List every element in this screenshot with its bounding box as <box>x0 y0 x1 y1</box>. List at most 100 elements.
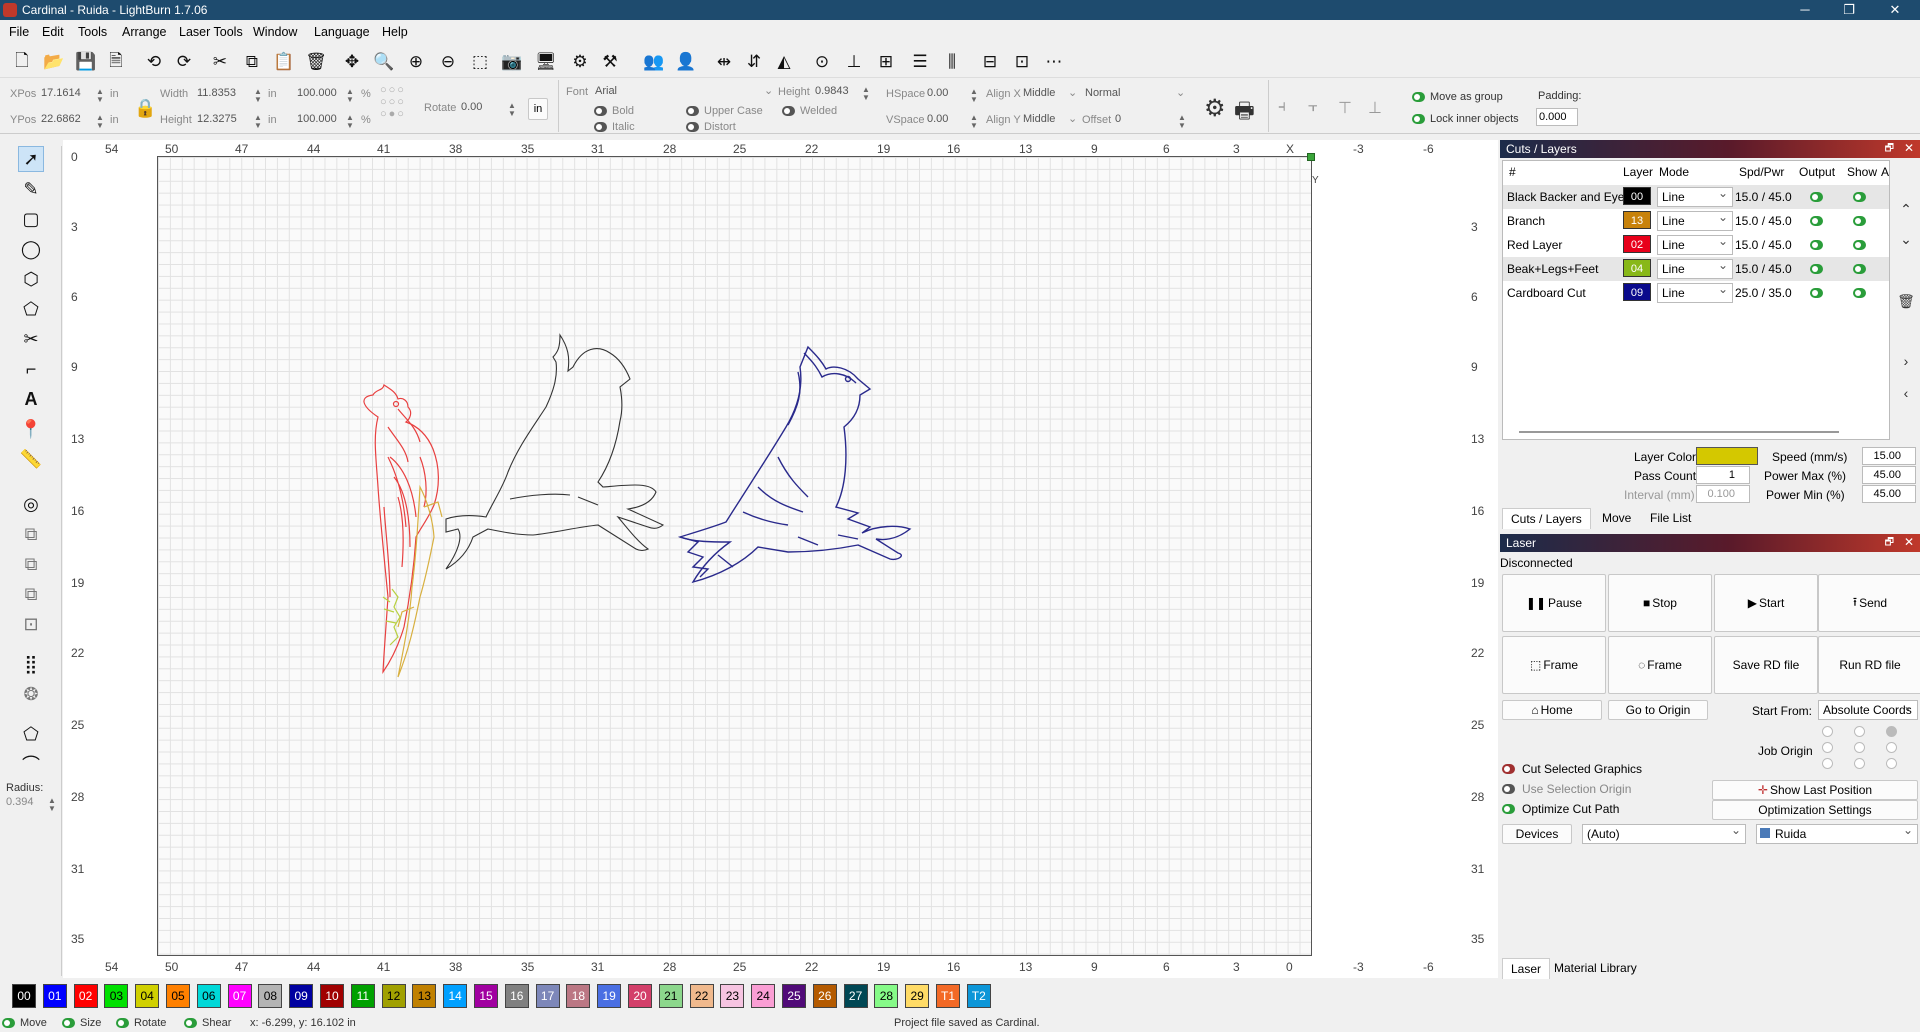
lock-ratio-icon[interactable]: 🔒 <box>134 98 156 119</box>
polygon-tool-icon[interactable]: ⬡ <box>18 266 44 292</box>
palette-swatch[interactable]: 28 <box>874 984 899 1008</box>
text-tool-icon[interactable]: A <box>18 386 44 412</box>
radius-stepper[interactable]: ▲ ▼ <box>48 797 56 813</box>
job-origin-radio-tr[interactable] <box>1886 726 1897 737</box>
shear-status-toggle[interactable] <box>184 1018 197 1028</box>
unit-toggle-button[interactable]: in <box>528 98 548 120</box>
delete-icon[interactable]: 🗑 <box>304 50 328 74</box>
palette-swatch[interactable]: 17 <box>535 984 560 1008</box>
rotate-status-toggle[interactable] <box>116 1018 129 1028</box>
layer-output-toggle[interactable] <box>1810 288 1823 298</box>
measure-tool-icon[interactable]: 📏 <box>18 446 44 472</box>
run-rd-button[interactable]: Run RD file <box>1818 636 1920 694</box>
user-icon[interactable]: 👤 <box>674 50 698 74</box>
devices-button[interactable]: Devices <box>1502 824 1572 844</box>
move-status-toggle[interactable] <box>2 1018 15 1028</box>
settings-icon[interactable]: ⚙ <box>568 50 592 74</box>
palette-swatch[interactable]: 07 <box>227 984 252 1008</box>
close-laser-panel-icon[interactable]: ✕ <box>1904 535 1914 549</box>
port-select[interactable]: (Auto) <box>1582 823 1746 844</box>
hspace-input[interactable]: 0.00 <box>924 84 964 102</box>
width-percent-stepper[interactable]: ▲ ▼ <box>346 88 354 104</box>
layer-output-toggle[interactable] <box>1810 216 1823 226</box>
trim-tool-icon[interactable]: ✂ <box>18 326 44 352</box>
tab-file-list[interactable]: File List <box>1642 508 1699 528</box>
job-origin-radio-mc[interactable] <box>1854 742 1865 753</box>
go-to-origin-button[interactable]: Go to Origin <box>1608 700 1708 720</box>
height-percent-input[interactable]: 100.000 <box>294 110 344 128</box>
palette-swatch[interactable]: 03 <box>104 984 129 1008</box>
redo-icon[interactable]: ⟳ <box>172 50 196 74</box>
float-panel-icon[interactable]: 🗗 <box>1885 141 1894 158</box>
anchor-grid-icon[interactable]: ○○○ ○○○ ○●○ <box>380 84 406 120</box>
text-mode-dropdown-icon[interactable]: ⌄ <box>1176 86 1185 99</box>
paste-icon[interactable]: 📋 <box>272 50 296 74</box>
zoom-in-icon[interactable]: ⊕ <box>404 50 428 74</box>
align-bottom-icon[interactable]: ⊥ <box>842 50 866 74</box>
font-height-stepper[interactable]: ▲ ▼ <box>862 86 870 102</box>
palette-swatch[interactable]: T1 <box>936 984 960 1008</box>
grid-array-icon[interactable]: ⣿ <box>18 651 44 677</box>
maximize-button[interactable]: ❐ <box>1826 0 1872 20</box>
cut-icon[interactable]: ✂ <box>208 50 232 74</box>
align-bottom-edge-icon[interactable]: ⊥ <box>1368 98 1382 118</box>
layer-color-swatch[interactable] <box>1696 447 1758 465</box>
layer-row[interactable]: Black Backer and Eye00 Line15.0 / 45.0 <box>1503 185 1889 209</box>
cut-selected-toggle[interactable] <box>1502 764 1515 774</box>
interval-input[interactable]: 0.100 <box>1696 485 1750 503</box>
horizontal-scrollbar[interactable] <box>1519 431 1839 433</box>
monitor-icon[interactable]: 🖥 <box>534 50 558 74</box>
align-center-icon[interactable]: ⫟ <box>1308 98 1318 116</box>
layer-row[interactable]: Branch 13 Line15.0 / 45.0 <box>1503 209 1889 233</box>
height-input[interactable]: 12.3275 <box>194 110 252 128</box>
move-as-group-toggle[interactable] <box>1412 92 1425 102</box>
delete-layer-icon[interactable]: 🗑 <box>1894 288 1918 314</box>
float-laser-panel-icon[interactable]: 🗗 <box>1885 535 1894 552</box>
width-input[interactable]: 11.8353 <box>194 84 252 102</box>
palette-swatch[interactable]: 29 <box>905 984 930 1008</box>
palette-swatch[interactable]: T2 <box>966 984 991 1008</box>
palette-swatch[interactable]: 00 <box>12 984 36 1008</box>
rectangle-tool-icon[interactable]: ▢ <box>18 206 44 232</box>
radius-input[interactable]: 0.394 <box>6 796 34 808</box>
power-max-input[interactable]: 45.00 <box>1862 466 1916 484</box>
dock-icon[interactable]: ⊟ <box>978 50 1002 74</box>
layer-mode-select[interactable]: Line <box>1657 234 1733 255</box>
layer-number-swatch[interactable]: 02 <box>1623 235 1651 253</box>
boolean-union-icon[interactable]: ⧉ <box>18 551 44 577</box>
layer-number-swatch[interactable]: 04 <box>1623 259 1651 277</box>
hspace-stepper[interactable]: ▲ ▼ <box>970 88 978 104</box>
layer-mode-select[interactable]: Line <box>1657 282 1733 303</box>
palette-swatch[interactable]: 09 <box>289 984 314 1008</box>
vspace-stepper[interactable]: ▲ ▼ <box>970 114 978 130</box>
font-dropdown-icon[interactable]: ⌄ <box>764 84 773 97</box>
weld-icon[interactable]: ⧉ <box>18 521 44 547</box>
layer-number-swatch[interactable]: 00 <box>1623 187 1651 205</box>
rotary-icon[interactable]: ⚙ <box>1204 94 1226 123</box>
tab-material-library[interactable]: Material Library <box>1546 958 1645 978</box>
mirror-icon[interactable]: ◭ <box>772 50 796 74</box>
dock-v-icon[interactable]: ⊡ <box>1010 50 1034 74</box>
palette-swatch[interactable]: 10 <box>320 984 344 1008</box>
layer-output-toggle[interactable] <box>1810 240 1823 250</box>
optimization-settings-button[interactable]: Optimization Settings <box>1712 800 1918 820</box>
layer-mode-select[interactable]: Line <box>1657 258 1733 279</box>
job-origin-radio-bc[interactable] <box>1854 758 1865 769</box>
center-icon[interactable]: ⊙ <box>810 50 834 74</box>
width-stepper[interactable]: ▲ ▼ <box>254 88 262 104</box>
palette-swatch[interactable]: 15 <box>474 984 498 1008</box>
layer-show-toggle[interactable] <box>1853 240 1866 250</box>
mirror-v-icon[interactable]: ⇵ <box>742 50 766 74</box>
menu-language[interactable]: Language <box>314 25 370 39</box>
menu-window[interactable]: Window <box>253 25 297 39</box>
printer-icon[interactable]: 🖶 <box>1234 94 1255 132</box>
vspace-input[interactable]: 0.00 <box>924 110 964 128</box>
close-window-button[interactable]: ✕ <box>1872 0 1918 20</box>
frame-rect-button[interactable]: ⬚ Frame <box>1502 636 1606 694</box>
distort-toggle[interactable] <box>686 122 699 132</box>
layer-number-swatch[interactable]: 09 <box>1623 283 1651 301</box>
upper-case-toggle[interactable] <box>686 106 699 116</box>
camera-icon[interactable]: 📷 <box>500 50 524 74</box>
palette-swatch[interactable]: 22 <box>689 984 714 1008</box>
minimize-button[interactable]: ─ <box>1782 0 1828 20</box>
